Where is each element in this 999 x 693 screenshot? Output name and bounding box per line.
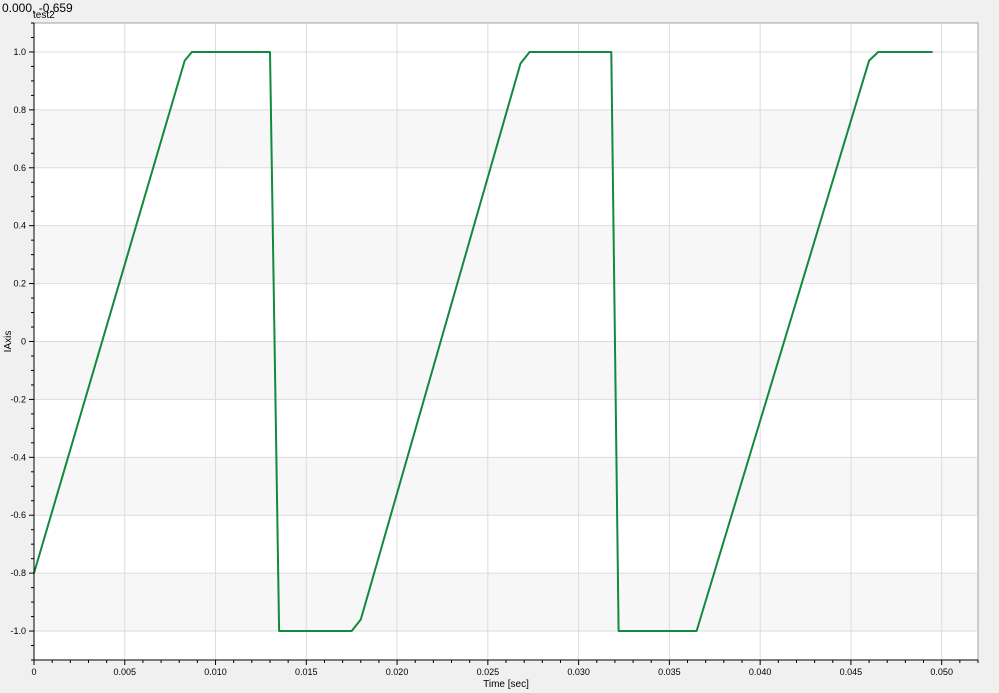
x-tick-label: 0.020 xyxy=(386,667,409,677)
y-tick-label: -0.4 xyxy=(10,452,26,462)
y-axis-label: IAxis xyxy=(3,331,14,353)
x-tick-label: 0.015 xyxy=(295,667,318,677)
y-tick-label: 0.8 xyxy=(13,105,26,115)
grid-band xyxy=(35,225,977,284)
x-axis: 0 0.005 0.010 0.015 0.020 0.025 0.030 0.035 0.04… xyxy=(31,659,979,677)
grid-band xyxy=(35,109,977,168)
x-tick-label: 0.040 xyxy=(749,667,772,677)
y-tick-label: -0.6 xyxy=(10,510,26,520)
x-tick-label: 0.005 xyxy=(114,667,137,677)
y-tick-label: -0.8 xyxy=(10,568,26,578)
x-axis-label: Time [sec] xyxy=(483,679,529,690)
y-tick-label: 1.0 xyxy=(13,47,26,57)
x-tick-label: 0.035 xyxy=(658,667,681,677)
grid-band xyxy=(35,573,977,632)
y-axis: -1.0 -0.8 -0.6 -0.4 -0.2 0 0.2 0.4 0.6 0.8 1.0 xyxy=(10,22,35,661)
y-tick-label: -1.0 xyxy=(10,626,26,636)
x-tick-label: 0.025 xyxy=(477,667,500,677)
x-tick-label: 0.050 xyxy=(930,667,953,677)
y-tick-label: 0.2 xyxy=(13,279,26,289)
x-tick-label: 0.010 xyxy=(204,667,227,677)
y-tick-label: 0.4 xyxy=(13,221,26,231)
y-tick-label: 0 xyxy=(21,337,26,347)
grid-band xyxy=(35,341,977,400)
line-chart[interactable]: 0 0.005 0.010 0.015 0.020 0.025 0.030 0.035 0.04… xyxy=(0,0,999,693)
x-tick-label: 0.045 xyxy=(840,667,863,677)
y-tick-label: 0.6 xyxy=(13,163,26,173)
x-tick-label: 0.030 xyxy=(567,667,590,677)
y-tick-label: -0.2 xyxy=(10,394,26,404)
x-tick-label: 0 xyxy=(31,667,36,677)
grid-band xyxy=(35,457,977,516)
